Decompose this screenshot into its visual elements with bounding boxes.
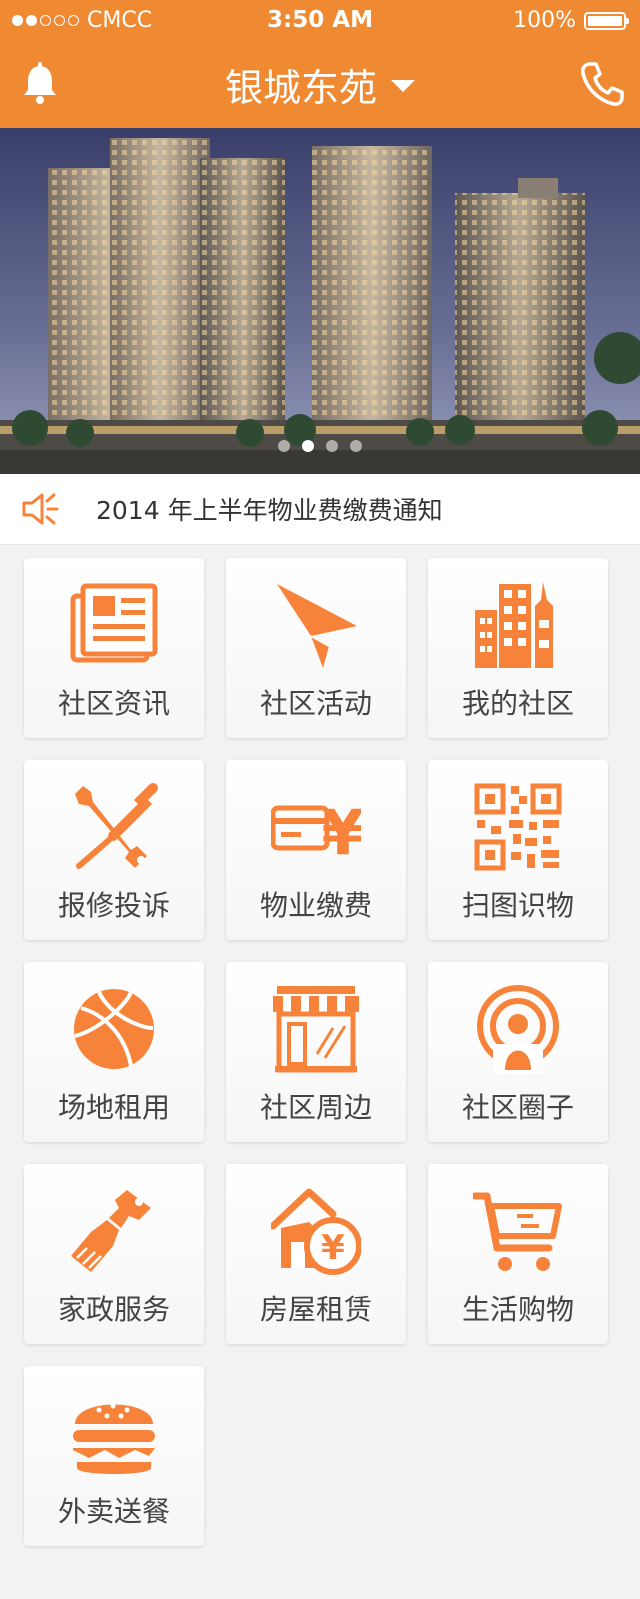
card-yuan-icon: ¥ bbox=[271, 796, 361, 869]
tile-label: 社区活动 bbox=[259, 687, 372, 720]
tile-label: 扫图识物 bbox=[461, 889, 574, 922]
svg-text:¥: ¥ bbox=[321, 796, 361, 869]
notice-text: 2014 年上半年物业费缴费通知 bbox=[96, 496, 443, 525]
battery: 100% bbox=[513, 8, 629, 33]
tile-label: 我的社区 bbox=[461, 687, 574, 720]
page-title: 银城东苑 bbox=[224, 65, 377, 110]
tile-house-rental[interactable]: ¥ 房屋租赁 bbox=[226, 1164, 406, 1344]
tile-food-delivery[interactable]: 外卖送餐 bbox=[24, 1366, 204, 1546]
community-selector[interactable]: 银城东苑 bbox=[0, 40, 640, 128]
tile-venue-rental[interactable]: 场地租用 bbox=[24, 962, 204, 1142]
qr-code-icon bbox=[474, 783, 562, 871]
tile-label: 社区资讯 bbox=[57, 687, 170, 720]
tile-label: 生活购物 bbox=[461, 1293, 574, 1326]
tile-scan[interactable]: 扫图识物 bbox=[428, 760, 608, 940]
brush-icon bbox=[71, 1190, 151, 1272]
speaker-icon bbox=[22, 493, 59, 525]
tile-repair-complaint[interactable]: 报修投诉 bbox=[24, 760, 204, 940]
nav-bar: 银城东苑 bbox=[0, 40, 640, 128]
tile-my-community[interactable]: 我的社区 bbox=[428, 558, 608, 738]
burger-icon bbox=[73, 1403, 155, 1474]
building-photo bbox=[0, 128, 640, 474]
tile-label: 外卖送餐 bbox=[57, 1495, 170, 1528]
storefront-icon bbox=[273, 986, 359, 1073]
notice-bar[interactable]: 2014 年上半年物业费缴费通知 bbox=[0, 474, 640, 545]
tile-label: 物业缴费 bbox=[259, 889, 372, 922]
paper-plane-icon bbox=[277, 584, 357, 668]
tile-label: 社区圈子 bbox=[461, 1091, 574, 1124]
tile-community-events[interactable]: 社区活动 bbox=[226, 558, 406, 738]
tile-nearby[interactable]: 社区周边 bbox=[226, 962, 406, 1142]
tools-icon bbox=[75, 783, 158, 869]
tile-community-news[interactable]: 社区资讯 bbox=[24, 558, 204, 738]
battery-label: 100% bbox=[513, 8, 576, 33]
tile-label: 场地租用 bbox=[57, 1091, 170, 1124]
carousel-dots[interactable] bbox=[0, 440, 640, 452]
tile-housekeeping[interactable]: 家政服务 bbox=[24, 1164, 204, 1344]
tile-community-circle[interactable]: 社区圈子 bbox=[428, 962, 608, 1142]
banner-image[interactable] bbox=[0, 128, 640, 474]
svg-text:¥: ¥ bbox=[321, 1228, 345, 1268]
battery-icon bbox=[584, 11, 629, 30]
tile-label: 社区周边 bbox=[259, 1091, 372, 1124]
ball-icon bbox=[74, 989, 154, 1069]
newspaper-icon bbox=[70, 583, 158, 663]
tile-shopping[interactable]: 生活购物 bbox=[428, 1164, 608, 1344]
tile-label: 家政服务 bbox=[57, 1293, 170, 1326]
status-bar: CMCC 3:50 AM 100% bbox=[0, 0, 640, 40]
tile-property-fee[interactable]: ¥ 物业缴费 bbox=[226, 760, 406, 940]
broadcast-user-icon bbox=[477, 985, 559, 1074]
tile-label: 报修投诉 bbox=[57, 889, 170, 922]
house-yuan-icon: ¥ bbox=[271, 1188, 361, 1275]
phone-icon[interactable] bbox=[578, 60, 626, 108]
tile-label: 房屋租赁 bbox=[259, 1293, 372, 1326]
chevron-down-icon bbox=[391, 80, 415, 92]
cart-icon bbox=[473, 1192, 562, 1271]
buildings-icon bbox=[475, 582, 553, 668]
